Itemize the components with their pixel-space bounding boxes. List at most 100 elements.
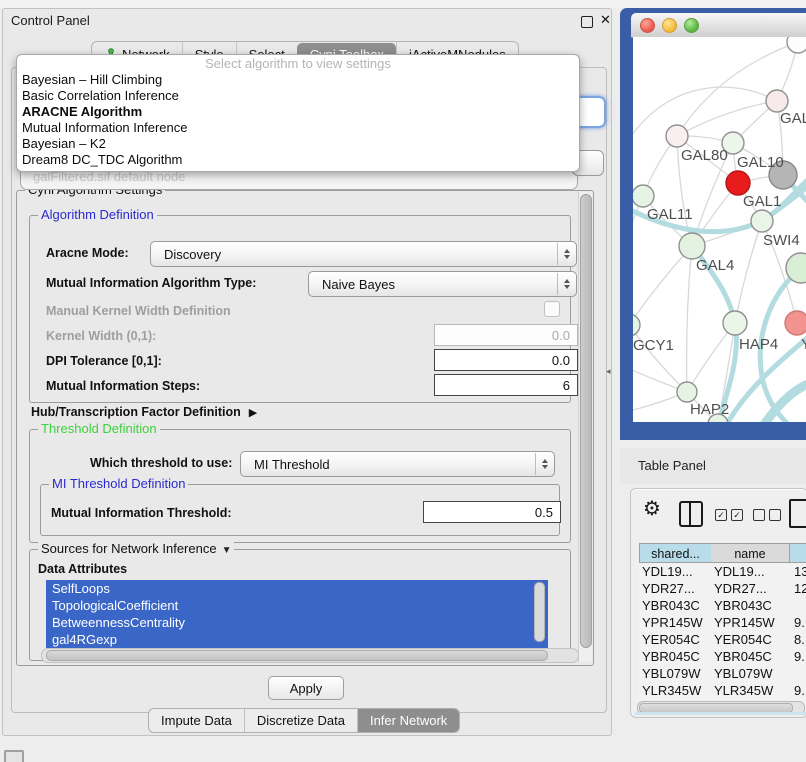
table-row[interactable]: YPR145WYPR145W9. <box>639 614 806 631</box>
algorithm-option-selected[interactable]: ARACNE Algorithm <box>17 104 579 120</box>
node-label: GAL1 <box>743 193 781 210</box>
table-row[interactable]: YDL19...YDL19...13 <box>639 563 806 580</box>
checked-box-icon: ✓ <box>715 509 727 521</box>
network-window-titlebar[interactable] <box>631 13 806 38</box>
algorithm-option[interactable]: Mutual Information Inference <box>17 120 579 136</box>
table-row[interactable]: YER054CYER054C8. <box>639 631 806 648</box>
settings-horizontal-scrollbar[interactable] <box>41 648 579 663</box>
algorithm-option[interactable]: Basic Correlation Inference <box>17 88 579 104</box>
tab-discretize-data[interactable]: Discretize Data <box>244 709 357 732</box>
deselect-all-icon[interactable] <box>753 509 781 521</box>
node-gcy1[interactable] <box>633 314 640 336</box>
window-minimize-button[interactable] <box>662 18 677 33</box>
top-gap <box>0 0 806 8</box>
list-item[interactable]: SelfLoops <box>46 580 548 597</box>
collapse-down-icon: ▼ <box>222 545 232 556</box>
node-label: GAL10 <box>737 154 784 171</box>
table-panel-bottom-strip <box>635 712 806 715</box>
list-item[interactable]: TopologicalCoefficient <box>46 597 548 614</box>
node-swi4[interactable] <box>751 210 773 232</box>
network-view-window: GAL GAL80 GAL10 GAL1 GAL11 SWI4 GAL4 GCY… <box>620 8 806 440</box>
vertical-scrollbar-thumb[interactable] <box>580 194 592 648</box>
mi-steps-input[interactable]: 6 <box>434 374 578 396</box>
kernel-width-label: Kernel Width (0,1): <box>46 329 156 343</box>
node-label: Y <box>801 336 806 353</box>
stepper-icon[interactable] <box>557 243 575 265</box>
mi-type-label: Mutual Information Algorithm Type: <box>46 276 256 290</box>
node-gal80[interactable] <box>666 125 688 147</box>
hub-definition-expander[interactable]: Hub/Transcription Factor Definition ▶ <box>31 405 257 419</box>
manual-kernel-label: Manual Kernel Width Definition <box>46 304 231 318</box>
threshold-definition-title: Threshold Definition <box>38 421 160 436</box>
list-item[interactable]: gal4RGexp <box>46 631 548 648</box>
node-gal4[interactable] <box>679 233 705 259</box>
table-header: shared... name <box>639 543 806 563</box>
node-gal1-selected[interactable] <box>726 171 750 195</box>
table-settings-icon[interactable]: ⚙ <box>643 499 661 519</box>
manual-kernel-checkbox[interactable] <box>544 301 560 317</box>
node-label: GAL <box>780 110 806 127</box>
table-row[interactable]: YBR043CYBR043C <box>639 597 806 614</box>
table-row[interactable]: YBL079WYBL079W <box>639 665 806 682</box>
panel-collapse-icon[interactable]: ◂ <box>606 366 611 377</box>
kernel-width-input[interactable]: 0.0 <box>434 324 578 346</box>
column-header-name[interactable]: name <box>711 543 789 563</box>
tab-infer-network[interactable]: Infer Network <box>357 709 459 732</box>
checked-box-icon: ✓ <box>731 509 743 521</box>
settings-vertical-scrollbar[interactable] <box>578 192 592 662</box>
node-label: HAP4 <box>739 336 778 353</box>
select-all-icon[interactable]: ✓ ✓ <box>715 509 743 521</box>
node-label: GAL11 <box>647 206 693 223</box>
column-header-shared-name[interactable]: shared... <box>639 543 711 563</box>
aracne-mode-combo[interactable]: Discovery <box>150 241 577 267</box>
window-zoom-button[interactable] <box>684 18 699 33</box>
cyni-bottom-tabs: Impute Data Discretize Data Infer Networ… <box>148 708 460 733</box>
mi-type-combo[interactable]: Naive Bayes <box>308 271 577 297</box>
horizontal-scrollbar-thumb[interactable] <box>46 650 548 661</box>
window-close-button[interactable] <box>640 18 655 33</box>
node-hap2[interactable] <box>677 382 697 402</box>
node-gal-pink[interactable] <box>766 90 788 112</box>
node-gal11[interactable] <box>633 185 654 207</box>
expand-right-icon: ▶ <box>249 406 257 419</box>
mi-threshold-group-title: MI Threshold Definition <box>49 476 188 491</box>
show-columns-icon[interactable] <box>679 501 703 527</box>
table-row[interactable]: YLR345WYLR345W9. <box>639 682 806 699</box>
algorithm-option[interactable]: Bayesian – K2 <box>17 136 579 152</box>
cyni-algorithm-settings-group: Cyni Algorithm Settings Algorithm Defini… <box>16 190 594 666</box>
data-attributes-list: SelfLoops TopologicalCoefficient Between… <box>46 580 548 656</box>
column-header[interactable] <box>789 543 806 563</box>
node-label: GCY1 <box>633 337 674 354</box>
sources-group: Sources for Network Inference▼ Data Attr… <box>29 549 571 661</box>
float-panel-icon[interactable] <box>581 16 593 28</box>
algorithm-option[interactable]: Dream8 DC_TDC Algorithm <box>17 152 579 168</box>
algorithm-definition-group: Algorithm Definition Aracne Mode: Discov… <box>29 215 571 403</box>
network-canvas[interactable]: GAL GAL80 GAL10 GAL1 GAL11 SWI4 GAL4 GCY… <box>633 37 806 422</box>
mi-steps-label: Mutual Information Steps: <box>46 379 200 393</box>
sources-group-title[interactable]: Sources for Network Inference▼ <box>38 541 234 556</box>
stepper-icon[interactable] <box>557 273 575 295</box>
tab-impute-data[interactable]: Impute Data <box>149 709 244 732</box>
control-panel-title: Control Panel <box>11 13 90 28</box>
apply-button[interactable]: Apply <box>268 676 344 700</box>
table-panel-title: Table Panel <box>638 458 706 473</box>
algorithm-definition-title: Algorithm Definition <box>38 207 157 222</box>
node-salmon[interactable] <box>785 311 806 335</box>
table-row[interactable]: YBR045CYBR045C9. <box>639 648 806 665</box>
list-scrollbar-thumb[interactable] <box>534 582 545 642</box>
which-threshold-combo[interactable]: MI Threshold <box>240 451 555 477</box>
algorithm-option[interactable]: Bayesian – Hill Climbing <box>17 72 579 88</box>
collapsed-panel-icon[interactable] <box>4 750 24 762</box>
close-panel-icon[interactable]: ✕ <box>600 12 611 28</box>
export-table-icon[interactable] <box>789 499 806 528</box>
list-item[interactable]: BetweennessCentrality <box>46 614 548 631</box>
threshold-definition-group: Threshold Definition Which threshold to … <box>29 429 571 543</box>
table-row[interactable]: YDR27...YDR27...12 <box>639 580 806 597</box>
dpi-tolerance-input[interactable]: 0.0 <box>434 349 578 371</box>
dpi-tolerance-label: DPI Tolerance [0,1]: <box>46 354 162 368</box>
mi-threshold-input[interactable]: 0.5 <box>423 501 561 523</box>
node-hap4[interactable] <box>723 311 747 335</box>
unchecked-box-icon <box>769 509 781 521</box>
stepper-icon[interactable] <box>535 453 553 475</box>
node[interactable] <box>787 37 806 53</box>
